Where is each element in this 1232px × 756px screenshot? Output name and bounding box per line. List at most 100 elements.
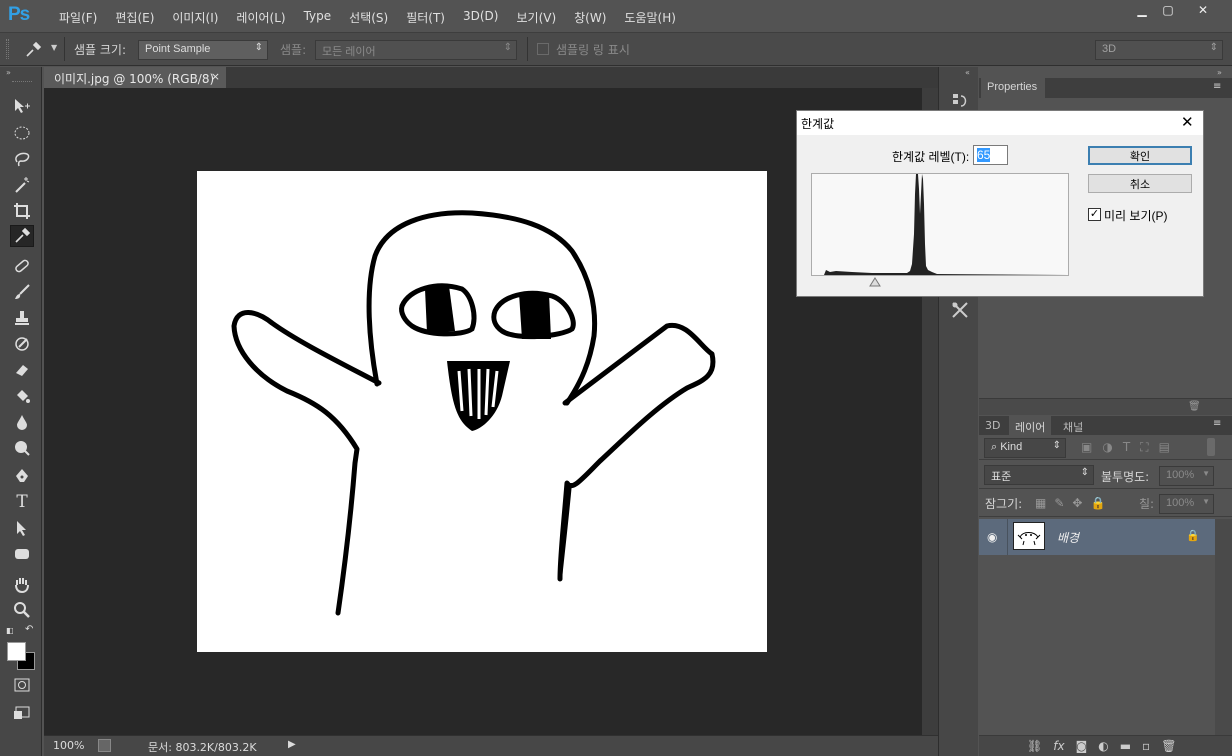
foreground-color-swatch[interactable] [7,642,26,661]
eyedropper-icon[interactable] [24,41,42,59]
blur-tool[interactable] [10,411,34,433]
menu-3d[interactable]: 3D(D) [454,9,507,26]
menu-edit[interactable]: 편집(E) [106,9,163,26]
panel-menu-icon[interactable]: ≡ [1213,418,1221,429]
tools-cross-icon[interactable] [951,301,969,319]
cancel-button[interactable]: 취소 [1088,174,1192,193]
collapse-icon[interactable]: « [965,68,970,77]
opacity-input[interactable]: 100% ▼ [1159,466,1214,486]
paint-bucket-tool[interactable] [10,385,34,407]
preview-checkbox[interactable]: ✓ [1088,208,1101,221]
close-button[interactable]: ✕ [1182,0,1224,20]
layer-filter-select[interactable]: ⌕ Kind ⇕ [984,438,1066,458]
lasso-icon [15,152,30,167]
trash-icon[interactable]: 🗑 [1161,739,1176,753]
tab-3d[interactable]: 3D [985,419,1000,432]
ghost-drawing [231,210,716,616]
dialog-titlebar[interactable]: 한계값 ✕ [797,111,1203,135]
marquee-tool[interactable] [10,122,34,144]
pen-tool[interactable] [10,465,34,487]
adjustment-filter-icon[interactable]: ◑ [1102,440,1112,456]
layer-row[interactable]: ◉ 배경 🔒 [979,519,1215,555]
maximize-button[interactable]: ▢ [1152,0,1184,20]
brush-tool[interactable] [10,281,34,303]
image-canvas[interactable] [197,171,767,652]
screen-mode-button[interactable] [10,702,34,724]
magic-wand-tool[interactable] [10,174,34,196]
chevron-down-icon[interactable]: ▼ [51,43,57,52]
path-selection-tool[interactable] [10,517,34,539]
type-filter-icon[interactable]: T [1123,440,1130,456]
dodge-tool[interactable] [10,437,34,459]
hand-tool[interactable] [10,573,34,595]
menu-select[interactable]: 선택(S) [340,9,397,26]
menu-layer[interactable]: 레이어(L) [227,9,294,26]
smart-object-filter-icon[interactable]: ▤ [1159,440,1170,456]
link-icon[interactable]: ⛓ [1027,739,1042,753]
layers-scrollbar[interactable] [1215,519,1232,735]
dialog-close-icon[interactable]: ✕ [1181,113,1194,131]
sample-size-select[interactable]: Point Sample ⇕ [138,40,268,60]
document-tab[interactable]: 이미지.jpg @ 100% (RGB/8) × [44,67,226,88]
healing-brush-tool[interactable] [10,255,34,277]
menu-image[interactable]: 이미지(I) [163,9,227,26]
eyedropper-tool[interactable] [10,225,34,247]
shape-tool[interactable] [10,543,34,565]
panel-menu-icon[interactable]: ≡ [1213,81,1221,92]
menu-help[interactable]: 도움말(H) [615,9,685,26]
menu-view[interactable]: 보기(V) [507,9,565,26]
tab-close-icon[interactable]: × [211,70,220,83]
default-colors-icon[interactable]: ◧ [6,626,14,635]
properties-tab[interactable]: Properties [981,78,1045,98]
trash-icon[interactable]: 🗑 [1188,401,1201,412]
share-icon[interactable] [98,739,111,752]
collapse-icon[interactable]: » [6,68,11,77]
grip-handle[interactable] [12,81,32,83]
shape-filter-icon[interactable]: ⛶ [1140,440,1148,456]
ok-button[interactable]: 확인 [1088,146,1192,165]
image-filter-icon[interactable]: ▣ [1081,440,1092,456]
blend-mode-select[interactable]: 표준 ⇕ [984,465,1094,485]
filter-kind: Kind [1000,441,1023,453]
type-tool[interactable]: T [10,491,34,513]
swap-colors-icon[interactable]: ↶ [25,624,33,635]
play-arrow-icon[interactable]: ▶ [288,739,296,750]
zoom-tool[interactable] [10,599,34,621]
menu-type[interactable]: Type [295,9,341,26]
move-tool[interactable] [10,95,34,117]
layer-name[interactable]: 배경 [1057,529,1079,546]
quick-mask-button[interactable] [10,674,34,696]
adjustment-icon[interactable]: ◐ [1098,739,1108,753]
threshold-level-input[interactable]: 65 [973,145,1008,165]
sample-select[interactable]: 모든 레이어 ⇕ [315,40,517,60]
preview-label[interactable]: 미리 보기(P) [1104,207,1168,224]
eye-icon[interactable]: ◉ [987,530,997,544]
tab-layers[interactable]: 레이어 [1009,416,1052,435]
collapse-icon[interactable]: » [1217,68,1222,77]
menu-filter[interactable]: 필터(T) [397,9,454,26]
lock-transparent-icon[interactable]: ▦ [1035,496,1046,510]
grip-handle[interactable] [6,39,9,59]
menu-window[interactable]: 창(W) [565,9,615,26]
history-brush-tool[interactable] [10,333,34,355]
eraser-tool[interactable] [10,359,34,381]
menu-file[interactable]: 파일(F) [50,9,106,26]
fill-input[interactable]: 100% ▼ [1159,494,1214,514]
fx-icon[interactable]: fx [1053,739,1064,753]
crop-tool[interactable] [10,200,34,222]
lock-position-icon[interactable]: ✥ [1072,496,1082,510]
lock-all-icon[interactable]: 🔒 [1090,496,1105,510]
threshold-slider-handle[interactable] [869,276,881,287]
folder-icon[interactable]: ▬ [1120,739,1131,753]
new-layer-icon[interactable]: ▫ [1142,739,1150,753]
mask-icon[interactable]: ◙ [1076,739,1088,753]
lasso-tool[interactable] [10,148,34,170]
zoom-level[interactable]: 100% [53,739,84,752]
show-ring-checkbox[interactable] [537,43,549,55]
clone-stamp-tool[interactable] [10,307,34,329]
lock-brush-icon[interactable]: ✎ [1054,496,1064,510]
workspace-select[interactable]: 3D ⇕ [1095,40,1223,60]
tab-channels[interactable]: 채널 [1063,419,1083,435]
history-icon[interactable] [951,92,969,110]
filter-toggle[interactable] [1207,438,1215,456]
